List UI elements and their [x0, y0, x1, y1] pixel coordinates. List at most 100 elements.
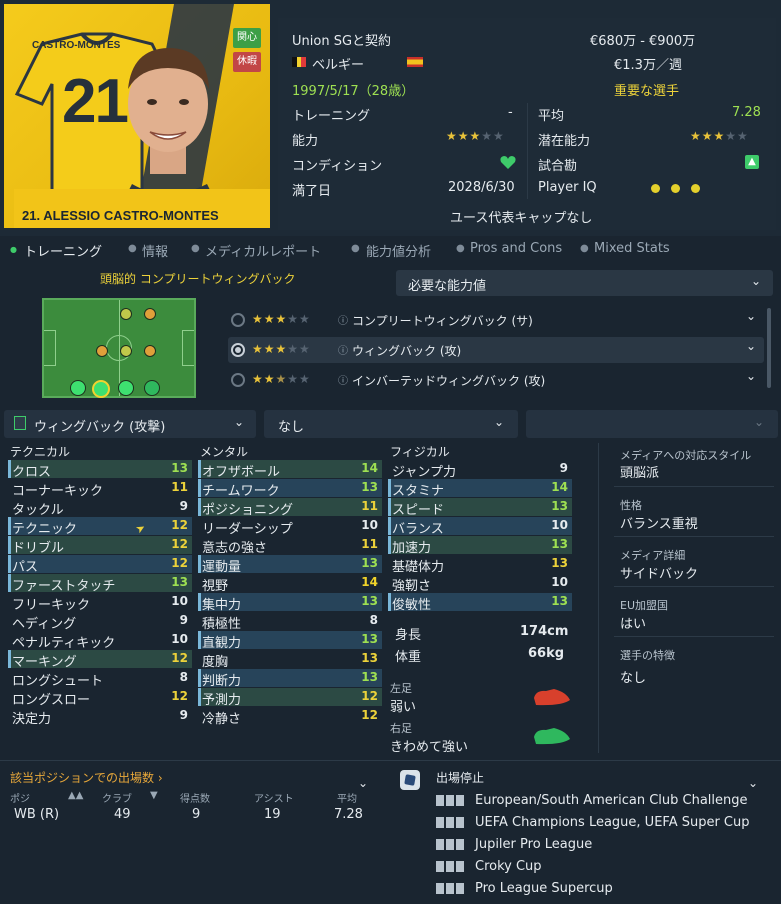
wage: €1.3万／週 [614, 58, 682, 73]
tab-medical[interactable]: メディカルレポート [205, 241, 321, 260]
appearances-title[interactable]: 該当ポジションでの出場数 › [10, 769, 163, 786]
attribute-value: 14 [551, 480, 568, 494]
tab-training[interactable]: トレーニング [24, 241, 102, 260]
tab-mixed-stats[interactable]: Mixed Stats [594, 241, 670, 256]
ban-slots-icon [436, 839, 464, 850]
attribute-row[interactable]: 強靭さ 10 [388, 574, 572, 594]
right-boot-icon [534, 728, 570, 745]
attribute-row[interactable]: ポジショニング 11 [198, 498, 382, 518]
attribute-row[interactable]: テクニック 12 [8, 517, 192, 537]
media-style-value: 頭脳派 [620, 466, 660, 481]
attribute-row[interactable]: 冷静さ 12 [198, 707, 382, 727]
attribute-row[interactable]: ロングシュート 8 [8, 669, 192, 689]
suspension-title: 出場停止 [436, 771, 485, 785]
tab-separator-icon: ● [128, 243, 137, 254]
role-option[interactable]: ★★★★★ ⓘ コンプリートウィングバック (サ) ⌄ [228, 307, 764, 333]
ban-slots-icon [436, 795, 464, 806]
attribute-row[interactable]: 予測力 12 [198, 688, 382, 708]
attribute-row[interactable]: マーキング 12 [8, 650, 192, 670]
attribute-name: ペナルティキック [12, 636, 116, 651]
chevron-down-icon[interactable]: ⌄ [748, 776, 758, 790]
attribute-name: 加速力 [392, 541, 432, 556]
attribute-row[interactable]: オフザボール 14 [198, 460, 382, 480]
attribute-row[interactable]: ファーストタッチ 13 [8, 574, 192, 594]
attribute-row[interactable]: パス 12 [8, 555, 192, 575]
chevron-down-icon[interactable]: ⌄ [746, 309, 756, 323]
average-label: 平均 [538, 109, 565, 124]
col-assists[interactable]: アシスト [254, 790, 294, 805]
attribute-value: 9 [179, 708, 188, 722]
attribute-row[interactable]: ジャンプ力 9 [388, 460, 572, 480]
col-position[interactable]: ポジ [10, 790, 30, 805]
rest-tag[interactable]: 休暇 [233, 52, 261, 72]
attribute-row[interactable]: フリーキック 10 [8, 593, 192, 613]
attribute-value: 9 [179, 499, 188, 513]
attribute-value: 11 [171, 480, 188, 494]
position-dot [120, 345, 132, 357]
attribute-row[interactable]: ペナルティキック 10 [8, 631, 192, 651]
attribute-value: 10 [361, 518, 378, 532]
attribute-row[interactable]: 判断力 13 [198, 669, 382, 689]
info-icon[interactable]: ⓘ [338, 312, 348, 327]
role-option-selected[interactable]: ★★★★★ ⓘ ウィングバック (攻) ⌄ [228, 337, 764, 363]
tab-attribute-analysis[interactable]: 能力値分析 [366, 241, 431, 260]
attribute-row[interactable]: 直観力 13 [198, 631, 382, 651]
third-select[interactable]: ⌄ [526, 410, 778, 438]
player-photo-card: CASTRO-MONTES 21 21. ALESSIO CASTRO-MONT… [4, 4, 270, 228]
attribute-row[interactable]: タックル 9 [8, 498, 192, 518]
tab-pros-cons[interactable]: Pros and Cons [470, 241, 562, 256]
attribute-row[interactable]: スピード 13 [388, 498, 572, 518]
chevron-down-icon[interactable]: ⌄ [746, 369, 756, 383]
attribute-row[interactable]: 決定力 9 [8, 707, 192, 727]
attribute-name: チームワーク [202, 484, 280, 499]
attribute-row[interactable]: バランス 10 [388, 517, 572, 537]
required-attributes-dropdown[interactable]: 必要な能力値 ⌄ [396, 270, 773, 296]
interest-tag[interactable]: 関心 [233, 28, 261, 48]
attribute-row[interactable]: クロス 13 [8, 460, 192, 480]
attribute-row[interactable]: 意志の強さ 11 [198, 536, 382, 556]
attribute-row[interactable]: 積極性 8 [198, 612, 382, 632]
attribute-value: 14 [361, 461, 378, 475]
highlight-bar [388, 479, 391, 497]
role-select[interactable]: ウィングバック (攻撃) ⌄ [4, 410, 256, 438]
heart-icon [500, 156, 516, 169]
radio-button[interactable] [231, 313, 245, 327]
col-goals[interactable]: 得点数 [180, 790, 210, 805]
divider [614, 586, 774, 587]
attribute-row[interactable]: 基礎体力 13 [388, 555, 572, 575]
col-average[interactable]: 平均 [337, 790, 357, 805]
attribute-row[interactable]: 度胸 13 [198, 650, 382, 670]
highlight-bar [198, 460, 201, 478]
potential-stars: ★★★★★ [690, 129, 749, 143]
attribute-row[interactable]: チームワーク 13 [198, 479, 382, 499]
attribute-row[interactable]: リーダーシップ 10 [198, 517, 382, 537]
row-club: 49 [114, 807, 131, 822]
info-icon[interactable]: ⓘ [338, 342, 348, 357]
sort-icon[interactable]: ▲▲ [68, 790, 83, 801]
attribute-row[interactable]: スタミナ 14 [388, 479, 572, 499]
attribute-row[interactable]: ドリブル 12 [8, 536, 192, 556]
radio-button-selected[interactable] [231, 343, 245, 357]
sort-down-icon[interactable]: ▼ [150, 790, 158, 801]
left-boot-icon [534, 689, 570, 706]
role-option[interactable]: ★★★★★ ⓘ インバーテッドウィングバック (攻) ⌄ [228, 367, 764, 393]
info-icon[interactable]: ⓘ [338, 372, 348, 387]
col-club[interactable]: クラブ [102, 790, 132, 805]
attribute-row[interactable]: ヘディング 9 [8, 612, 192, 632]
scrollbar[interactable] [767, 308, 771, 388]
attribute-row[interactable]: 運動量 13 [198, 555, 382, 575]
divider [614, 486, 774, 487]
attribute-row[interactable]: 視野 14 [198, 574, 382, 594]
radio-button[interactable] [231, 373, 245, 387]
right-foot-value: きわめて強い [390, 740, 469, 755]
attribute-row[interactable]: 集中力 13 [198, 593, 382, 613]
chevron-down-icon[interactable]: ⌄ [746, 339, 756, 353]
attribute-row[interactable]: 俊敏性 13 [388, 593, 572, 613]
media-detail-value: サイドバック [620, 567, 699, 582]
second-select[interactable]: なし ⌄ [264, 410, 518, 438]
attribute-row[interactable]: コーナーキック 11 [8, 479, 192, 499]
tab-info[interactable]: 情報 [142, 241, 168, 260]
chevron-down-icon[interactable]: ⌄ [358, 776, 368, 790]
attribute-row[interactable]: ロングスロー 12 [8, 688, 192, 708]
attribute-row[interactable]: 加速力 13 [388, 536, 572, 556]
